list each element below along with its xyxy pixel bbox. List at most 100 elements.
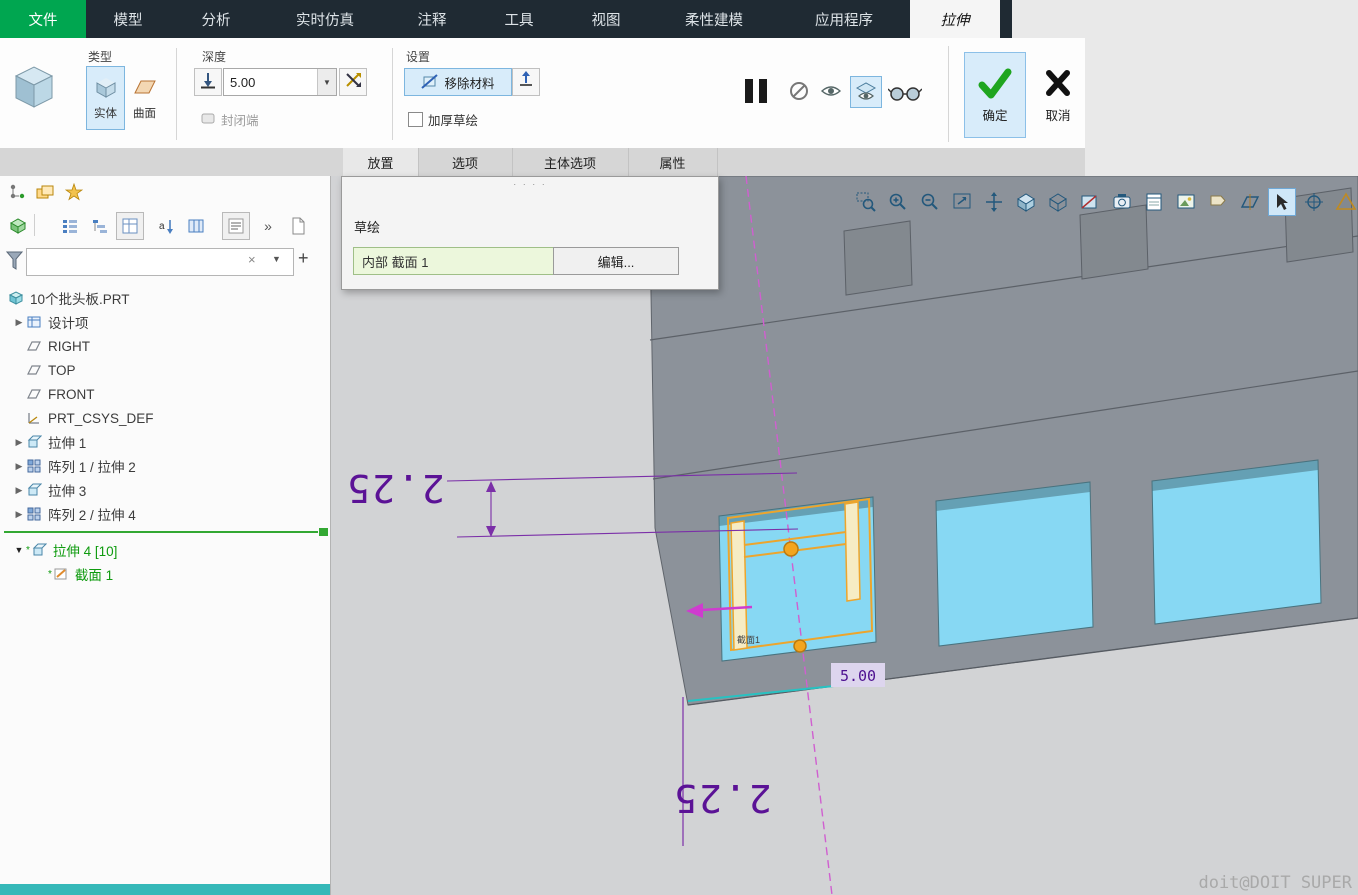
menu-live-simulation[interactable]: 实时仿真 [262, 0, 388, 38]
no-preview-button[interactable] [786, 78, 812, 104]
menu-analysis[interactable]: 分析 [170, 0, 262, 38]
tree-item-top-plane[interactable]: TOP [0, 358, 330, 382]
tab-options[interactable]: 选项 [418, 148, 513, 176]
tree-item-extrude-1[interactable]: ▶ 拉伸 1 [0, 430, 330, 454]
expand-arrow-icon[interactable]: ▶ [12, 317, 26, 328]
sketch-collector-field[interactable]: 内部 截面 1 [353, 247, 559, 275]
spin-center-icon[interactable] [1300, 188, 1328, 216]
section-view-icon[interactable] [1076, 188, 1104, 216]
insertion-handle[interactable] [319, 528, 328, 536]
favorites-icon[interactable] [60, 178, 88, 206]
search-clear-icon[interactable]: × [248, 252, 256, 267]
sort-icon[interactable]: a [152, 212, 180, 240]
image-capture-icon[interactable] [1172, 188, 1200, 216]
remove-material-toggle[interactable]: 移除材料 [404, 68, 512, 96]
menu-applications[interactable]: 应用程序 [778, 0, 910, 38]
unattached-preview-button[interactable] [818, 78, 844, 104]
tree-root-part[interactable]: 10个批头板.PRT [0, 286, 330, 310]
drag-handle[interactable] [794, 640, 806, 652]
tree-filters-icon[interactable] [222, 212, 250, 240]
datum-display-icon[interactable] [1236, 188, 1264, 216]
insertion-indicator[interactable] [0, 526, 330, 538]
search-options-caret-icon[interactable]: ▼ [272, 254, 281, 264]
box-zoom-icon[interactable] [852, 188, 880, 216]
menu-tools[interactable]: 工具 [476, 0, 562, 38]
overflow-chevrons-icon[interactable]: » [254, 212, 282, 240]
flip-material-side-button[interactable] [512, 68, 540, 96]
tree-item-extrude-4-active[interactable]: ▼ * 拉伸 4 [10] [0, 538, 330, 562]
menu-annotate[interactable]: 注释 [388, 0, 476, 38]
tree-item-csys[interactable]: PRT_CSYS_DEF [0, 406, 330, 430]
thicken-sketch-option[interactable]: 加厚草绘 [408, 110, 478, 129]
pause-feature-button[interactable] [736, 74, 776, 108]
expand-arrow-icon[interactable]: ▶ [12, 437, 26, 448]
filter-funnel-icon[interactable] [6, 250, 23, 277]
tree-item-design-items[interactable]: ▶ 设计项 [0, 310, 330, 334]
shading-icon[interactable] [1012, 188, 1040, 216]
pan-icon[interactable] [980, 188, 1008, 216]
saved-views-icon[interactable] [1108, 188, 1136, 216]
top-pocket[interactable] [844, 221, 912, 295]
menu-model[interactable]: 模型 [86, 0, 170, 38]
depth-type-button[interactable] [194, 68, 222, 96]
dimension-value[interactable]: 5.00 [840, 667, 876, 685]
dimension-width-bottom[interactable]: 2.25 [672, 697, 772, 846]
drag-handle[interactable] [784, 542, 798, 556]
document-icon[interactable] [284, 212, 312, 240]
depth-value[interactable]: 5.00 [224, 69, 317, 95]
column-display-icon[interactable] [182, 212, 210, 240]
zoom-in-icon[interactable] [884, 188, 912, 216]
menu-view[interactable]: 视图 [562, 0, 650, 38]
expand-arrow-icon[interactable]: ▶ [12, 461, 26, 472]
closed-end-option[interactable]: 封闭端 [200, 110, 259, 129]
model-tree-tab-icon[interactable] [4, 178, 32, 206]
cancel-button[interactable]: 取消 [1030, 52, 1086, 138]
thicken-sketch-checkbox[interactable] [408, 112, 423, 127]
dimension-depth[interactable]: 5.00 [831, 663, 885, 687]
tree-item-right-plane[interactable]: RIGHT [0, 334, 330, 358]
panel-drag-handle[interactable]: · · · · [342, 179, 718, 189]
surface-button[interactable]: 曲面 [125, 66, 164, 130]
tree-item-section-1[interactable]: * 截面 1 [0, 562, 330, 586]
tree-item-pattern-2[interactable]: ▶ 阵列 2 / 拉伸 4 [0, 502, 330, 526]
folder-browser-icon[interactable] [32, 178, 60, 206]
tree-item-pattern-1[interactable]: ▶ 阵列 1 / 拉伸 2 [0, 454, 330, 478]
ok-button[interactable]: 确定 [964, 52, 1026, 138]
collapse-arrow-icon[interactable]: ▼ [12, 545, 26, 555]
tab-body-options[interactable]: 主体选项 [512, 148, 629, 176]
add-filter-icon[interactable]: + [298, 248, 309, 269]
edit-sketch-button[interactable]: 编辑... [553, 247, 679, 275]
tree-item-extrude-3[interactable]: ▶ 拉伸 3 [0, 478, 330, 502]
display-style-icon[interactable] [1044, 188, 1072, 216]
view-manager-icon[interactable] [1140, 188, 1168, 216]
sketch-bar[interactable] [845, 502, 860, 601]
tree-item-front-plane[interactable]: FRONT [0, 382, 330, 406]
zoom-out-icon[interactable] [916, 188, 944, 216]
depth-value-combobox[interactable]: 5.00 ▼ [223, 68, 337, 96]
dragger-icon[interactable] [1332, 188, 1358, 216]
refit-icon[interactable] [948, 188, 976, 216]
sketch-bar[interactable] [731, 521, 747, 650]
show-model-icon[interactable] [4, 212, 32, 240]
top-pocket[interactable] [1080, 205, 1148, 279]
menu-file[interactable]: 文件 [0, 0, 86, 38]
tab-placement[interactable]: 放置 [343, 148, 419, 176]
caret-down-icon[interactable]: ▼ [317, 69, 336, 95]
edit-sketch-button-label: 编辑... [598, 252, 635, 271]
dimension-value[interactable]: 2.25 [672, 776, 772, 820]
menu-flexible-modeling[interactable]: 柔性建模 [650, 0, 778, 38]
expand-arrow-icon[interactable]: ▶ [12, 509, 26, 520]
solid-button[interactable]: 实体 [86, 66, 125, 130]
glasses-check-button[interactable] [888, 82, 922, 104]
menu-extrude-active[interactable]: 拉伸 [910, 0, 1000, 38]
select-filter-icon[interactable] [1268, 188, 1296, 216]
flip-depth-direction-button[interactable] [339, 68, 367, 96]
tab-properties[interactable]: 属性 [628, 148, 718, 176]
tree-list-icon[interactable] [56, 212, 84, 240]
annotation-display-icon[interactable] [1204, 188, 1232, 216]
tree-columns-icon[interactable] [116, 212, 144, 240]
attached-preview-button[interactable] [850, 76, 882, 108]
tree-indent-icon[interactable] [86, 212, 114, 240]
dimension-value[interactable]: 2.25 [345, 466, 445, 510]
expand-arrow-icon[interactable]: ▶ [12, 485, 26, 496]
